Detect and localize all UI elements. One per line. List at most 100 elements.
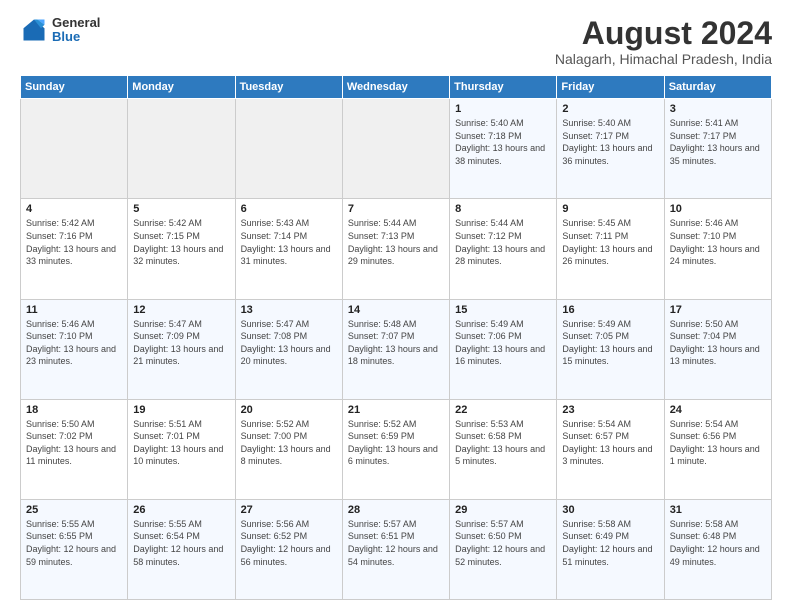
day-cell: 23 Sunrise: 5:54 AMSunset: 6:57 PMDayligh… xyxy=(557,399,664,499)
week-row-1: 4 Sunrise: 5:42 AMSunset: 7:16 PMDaylight… xyxy=(21,199,772,299)
calendar-body: 1 Sunrise: 5:40 AMSunset: 7:18 PMDaylight… xyxy=(21,99,772,600)
day-info: Sunrise: 5:55 AMSunset: 6:55 PMDaylight:… xyxy=(26,518,122,568)
day-number: 26 xyxy=(133,504,229,516)
day-cell: 1 Sunrise: 5:40 AMSunset: 7:18 PMDaylight… xyxy=(450,99,557,199)
day-cell: 5 Sunrise: 5:42 AMSunset: 7:15 PMDaylight… xyxy=(128,199,235,299)
day-number: 10 xyxy=(670,203,766,215)
week-row-3: 18Sunrise: 5:50 AMSunset: 7:02 PMDayligh… xyxy=(21,399,772,499)
day-number: 9 xyxy=(562,203,658,215)
day-cell: 9 Sunrise: 5:45 AMSunset: 7:11 PMDaylight… xyxy=(557,199,664,299)
logo-text: General Blue xyxy=(52,16,100,45)
day-cell: 17Sunrise: 5:50 AMSunset: 7:04 PMDayligh… xyxy=(664,299,771,399)
day-cell: 31 Sunrise: 5:58 AMSunset: 6:48 PMDayligh… xyxy=(664,499,771,599)
week-row-4: 25 Sunrise: 5:55 AMSunset: 6:55 PMDayligh… xyxy=(21,499,772,599)
day-number: 23 xyxy=(562,404,658,416)
day-cell: 24 Sunrise: 5:54 AMSunset: 6:56 PMDayligh… xyxy=(664,399,771,499)
month-year: August 2024 xyxy=(555,16,772,51)
col-sunday: Sunday xyxy=(21,76,128,99)
location: Nalagarh, Himachal Pradesh, India xyxy=(555,51,772,67)
header: General Blue August 2024 Nalagarh, Himac… xyxy=(20,16,772,67)
day-number: 4 xyxy=(26,203,122,215)
day-info: Sunrise: 5:41 AMSunset: 7:17 PMDaylight:… xyxy=(670,117,766,167)
day-cell: 21 Sunrise: 5:52 AMSunset: 6:59 PMDayligh… xyxy=(342,399,449,499)
day-number: 28 xyxy=(348,504,444,516)
day-cell xyxy=(235,99,342,199)
day-info: Sunrise: 5:43 AMSunset: 7:14 PMDaylight:… xyxy=(241,217,337,267)
day-number: 20 xyxy=(241,404,337,416)
day-cell: 13 Sunrise: 5:47 AMSunset: 7:08 PMDayligh… xyxy=(235,299,342,399)
day-cell: 6 Sunrise: 5:43 AMSunset: 7:14 PMDaylight… xyxy=(235,199,342,299)
day-number: 18 xyxy=(26,404,122,416)
day-info: Sunrise: 5:58 AMSunset: 6:48 PMDaylight:… xyxy=(670,518,766,568)
day-cell: 28 Sunrise: 5:57 AMSunset: 6:51 PMDayligh… xyxy=(342,499,449,599)
logo: General Blue xyxy=(20,16,100,45)
day-cell: 7Sunrise: 5:44 AMSunset: 7:13 PMDaylight… xyxy=(342,199,449,299)
day-info: Sunrise: 5:42 AMSunset: 7:15 PMDaylight:… xyxy=(133,217,229,267)
day-info: Sunrise: 5:54 AMSunset: 6:57 PMDaylight:… xyxy=(562,418,658,468)
day-number: 14 xyxy=(348,304,444,316)
day-cell: 20 Sunrise: 5:52 AMSunset: 7:00 PMDayligh… xyxy=(235,399,342,499)
day-cell: 11 Sunrise: 5:46 AMSunset: 7:10 PMDayligh… xyxy=(21,299,128,399)
day-info: Sunrise: 5:45 AMSunset: 7:11 PMDaylight:… xyxy=(562,217,658,267)
day-cell: 30 Sunrise: 5:58 AMSunset: 6:49 PMDayligh… xyxy=(557,499,664,599)
day-info: Sunrise: 5:40 AMSunset: 7:18 PMDaylight:… xyxy=(455,117,551,167)
day-info: Sunrise: 5:51 AMSunset: 7:01 PMDaylight:… xyxy=(133,418,229,468)
day-info: Sunrise: 5:57 AMSunset: 6:51 PMDaylight:… xyxy=(348,518,444,568)
day-number: 25 xyxy=(26,504,122,516)
day-number: 1 xyxy=(455,103,551,115)
day-info: Sunrise: 5:56 AMSunset: 6:52 PMDaylight:… xyxy=(241,518,337,568)
day-cell: 29 Sunrise: 5:57 AMSunset: 6:50 PMDayligh… xyxy=(450,499,557,599)
day-number: 24 xyxy=(670,404,766,416)
day-info: Sunrise: 5:49 AMSunset: 7:05 PMDaylight:… xyxy=(562,318,658,368)
day-number: 16 xyxy=(562,304,658,316)
day-info: Sunrise: 5:42 AMSunset: 7:16 PMDaylight:… xyxy=(26,217,122,267)
day-number: 29 xyxy=(455,504,551,516)
page: General Blue August 2024 Nalagarh, Himac… xyxy=(0,0,792,612)
day-number: 13 xyxy=(241,304,337,316)
day-number: 30 xyxy=(562,504,658,516)
day-cell: 14 Sunrise: 5:48 AMSunset: 7:07 PMDayligh… xyxy=(342,299,449,399)
day-number: 8 xyxy=(455,203,551,215)
day-info: Sunrise: 5:40 AMSunset: 7:17 PMDaylight:… xyxy=(562,117,658,167)
day-cell: 12 Sunrise: 5:47 AMSunset: 7:09 PMDayligh… xyxy=(128,299,235,399)
calendar-table: Sunday Monday Tuesday Wednesday Thursday… xyxy=(20,75,772,600)
day-cell: 26Sunrise: 5:55 AMSunset: 6:54 PMDayligh… xyxy=(128,499,235,599)
day-info: Sunrise: 5:46 AMSunset: 7:10 PMDaylight:… xyxy=(670,217,766,267)
day-info: Sunrise: 5:47 AMSunset: 7:09 PMDaylight:… xyxy=(133,318,229,368)
col-thursday: Thursday xyxy=(450,76,557,99)
day-number: 6 xyxy=(241,203,337,215)
day-number: 15 xyxy=(455,304,551,316)
day-number: 31 xyxy=(670,504,766,516)
day-number: 7 xyxy=(348,203,444,215)
day-info: Sunrise: 5:47 AMSunset: 7:08 PMDaylight:… xyxy=(241,318,337,368)
day-info: Sunrise: 5:57 AMSunset: 6:50 PMDaylight:… xyxy=(455,518,551,568)
day-number: 17 xyxy=(670,304,766,316)
day-info: Sunrise: 5:49 AMSunset: 7:06 PMDaylight:… xyxy=(455,318,551,368)
day-cell: 3 Sunrise: 5:41 AMSunset: 7:17 PMDaylight… xyxy=(664,99,771,199)
logo-general-text: General xyxy=(52,16,100,30)
day-info: Sunrise: 5:53 AMSunset: 6:58 PMDaylight:… xyxy=(455,418,551,468)
day-info: Sunrise: 5:58 AMSunset: 6:49 PMDaylight:… xyxy=(562,518,658,568)
day-cell xyxy=(21,99,128,199)
day-info: Sunrise: 5:52 AMSunset: 7:00 PMDaylight:… xyxy=(241,418,337,468)
day-number: 12 xyxy=(133,304,229,316)
day-cell: 10 Sunrise: 5:46 AMSunset: 7:10 PMDayligh… xyxy=(664,199,771,299)
day-info: Sunrise: 5:52 AMSunset: 6:59 PMDaylight:… xyxy=(348,418,444,468)
day-number: 5 xyxy=(133,203,229,215)
logo-blue-text: Blue xyxy=(52,30,100,44)
col-wednesday: Wednesday xyxy=(342,76,449,99)
day-cell: 8 Sunrise: 5:44 AMSunset: 7:12 PMDaylight… xyxy=(450,199,557,299)
calendar-header: Sunday Monday Tuesday Wednesday Thursday… xyxy=(21,76,772,99)
day-info: Sunrise: 5:54 AMSunset: 6:56 PMDaylight:… xyxy=(670,418,766,468)
day-info: Sunrise: 5:46 AMSunset: 7:10 PMDaylight:… xyxy=(26,318,122,368)
day-number: 11 xyxy=(26,304,122,316)
day-number: 21 xyxy=(348,404,444,416)
day-number: 3 xyxy=(670,103,766,115)
day-cell: 18Sunrise: 5:50 AMSunset: 7:02 PMDayligh… xyxy=(21,399,128,499)
col-friday: Friday xyxy=(557,76,664,99)
day-info: Sunrise: 5:48 AMSunset: 7:07 PMDaylight:… xyxy=(348,318,444,368)
day-cell xyxy=(128,99,235,199)
calendar: Sunday Monday Tuesday Wednesday Thursday… xyxy=(20,75,772,600)
day-info: Sunrise: 5:44 AMSunset: 7:12 PMDaylight:… xyxy=(455,217,551,267)
day-number: 27 xyxy=(241,504,337,516)
